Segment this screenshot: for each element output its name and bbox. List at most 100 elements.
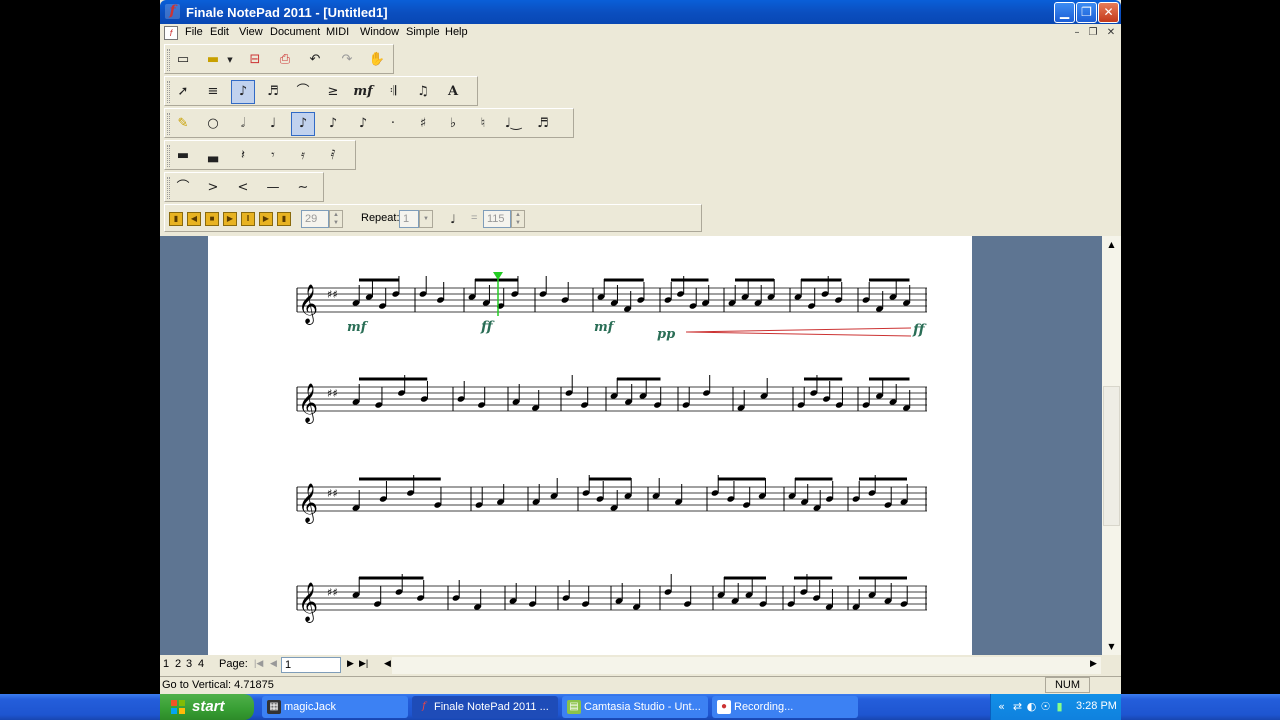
eraser-icon[interactable]: ✎ xyxy=(171,112,195,136)
new-icon[interactable]: ▭ xyxy=(171,48,195,72)
horizontal-scrollbar[interactable]: ◀ ▶ xyxy=(384,657,1101,674)
maximize-button[interactable]: ❐ xyxy=(1076,2,1097,23)
measure-field[interactable]: 29 xyxy=(301,210,329,228)
print-icon[interactable]: ⎙ xyxy=(273,48,297,72)
scroll-down-icon[interactable]: ▼ xyxy=(1102,638,1121,655)
mdi-minimize-icon[interactable]: – xyxy=(1070,26,1084,40)
selection-tool-icon[interactable]: ➚ xyxy=(171,80,195,104)
decrescendo-icon[interactable]: > xyxy=(201,176,225,200)
page-tab-4[interactable]: 4 xyxy=(198,658,204,670)
first-page-icon[interactable]: |◀ xyxy=(254,658,263,669)
scroll-left-icon[interactable]: ◀ xyxy=(384,658,391,669)
signal-icon[interactable]: ▮ xyxy=(1053,700,1066,713)
vertical-scrollbar[interactable]: ▲ ▼ xyxy=(1102,236,1121,655)
dynamic-ff-1[interactable]: ff xyxy=(480,319,495,335)
menu-window[interactable]: Window xyxy=(360,26,399,38)
forward-to-end-icon[interactable]: ▮ xyxy=(277,212,291,226)
mdi-close-icon[interactable]: ✕ xyxy=(1104,26,1118,40)
dynamic-pp[interactable]: pp xyxy=(657,327,675,342)
whole-rest-icon[interactable]: ▬ xyxy=(171,144,195,168)
dynamic-mf-2[interactable]: mf xyxy=(594,320,616,335)
half-rest-icon[interactable]: ▃ xyxy=(201,144,225,168)
dynamic-mf-1[interactable]: mf xyxy=(347,320,369,335)
quarter-rest-icon[interactable]: 𝄽 xyxy=(231,144,255,168)
taskbar-recording[interactable]: ● Recording... xyxy=(712,696,858,718)
eighth-note-icon[interactable]: ♪ xyxy=(291,112,315,136)
repeat-field[interactable]: 1 xyxy=(399,210,419,228)
pause-icon[interactable]: ‖ xyxy=(241,212,255,226)
rewind-to-start-icon[interactable]: ▮ xyxy=(169,212,183,226)
page-tab-1[interactable]: 1 xyxy=(163,658,169,670)
flat-icon[interactable]: ♭ xyxy=(441,112,465,136)
dynamic-ff-2[interactable]: ff xyxy=(912,322,927,338)
tempo-field[interactable]: 115 xyxy=(483,210,511,228)
thirtysecond-rest-icon[interactable]: 𝅀 xyxy=(321,144,345,168)
text-tool-icon[interactable]: A xyxy=(441,80,465,104)
whole-note-icon[interactable]: ○ xyxy=(201,112,225,136)
next-page-icon[interactable]: ▶ xyxy=(347,658,354,669)
minimize-button[interactable]: ▁ xyxy=(1054,2,1075,23)
prev-page-icon[interactable]: ◀ xyxy=(270,658,277,669)
menu-file[interactable]: File xyxy=(185,26,203,38)
fast-forward-icon[interactable]: ▶ xyxy=(259,212,273,226)
dropdown-arrow-icon[interactable]: ▼ xyxy=(225,48,235,72)
sharp-icon[interactable]: ♯ xyxy=(411,112,435,136)
hand-grabber-icon[interactable]: ✋ xyxy=(365,48,389,72)
staff-tool-icon[interactable]: ≡ xyxy=(201,80,225,104)
finale-f-icon[interactable]: f xyxy=(165,4,180,19)
tuplet-icon[interactable]: ♬ xyxy=(531,112,555,136)
eighth-rest-icon[interactable]: 𝄾 xyxy=(261,144,285,168)
document-icon[interactable]: f xyxy=(164,26,178,40)
line-icon[interactable]: — xyxy=(261,176,285,200)
expression-tool-icon[interactable]: mf xyxy=(351,80,375,104)
last-page-icon[interactable]: ▶| xyxy=(359,658,368,669)
tray-expand-icon[interactable]: « xyxy=(995,700,1008,713)
score-page[interactable]: 𝄞 ♯♯ 𝄞 ♯♯ 𝄞 ♯♯ 𝄞 ♯♯ mf ff mf pp ff xyxy=(208,236,972,655)
scroll-up-icon[interactable]: ▲ xyxy=(1102,236,1121,253)
slur-icon[interactable]: ⌒ xyxy=(171,176,195,200)
mdi-restore-icon[interactable]: ❐ xyxy=(1086,26,1100,40)
tuplet-tool-icon[interactable]: ♬ xyxy=(261,80,285,104)
document-area[interactable]: 𝄞 ♯♯ 𝄞 ♯♯ 𝄞 ♯♯ 𝄞 ♯♯ mf ff mf pp ff xyxy=(160,236,1102,655)
sixteenth-note-icon[interactable]: ♪ xyxy=(321,112,345,136)
undo-icon[interactable]: ↶ xyxy=(303,48,327,72)
page-tab-3[interactable]: 3 xyxy=(186,658,192,670)
thirtysecond-note-icon[interactable]: ♪ xyxy=(351,112,375,136)
half-note-icon[interactable]: 𝅗𝅥 xyxy=(231,112,255,136)
menu-edit[interactable]: Edit xyxy=(210,26,229,38)
menu-document[interactable]: Document xyxy=(270,26,320,38)
smart-shape-icon[interactable]: ⌒ xyxy=(291,80,315,104)
crescendo-icon[interactable]: < xyxy=(231,176,255,200)
articulation-tool-icon[interactable]: ≥ xyxy=(321,80,345,104)
menu-midi[interactable]: MIDI xyxy=(326,26,349,38)
play-icon[interactable]: ▶ xyxy=(223,212,237,226)
dot-icon[interactable]: · xyxy=(381,112,405,136)
tempo-spinner-icon[interactable]: ▲ ▼ xyxy=(511,210,525,228)
page-number-input[interactable]: 1 xyxy=(281,657,341,673)
start-button[interactable]: start xyxy=(160,694,254,720)
repeat-dropdown-icon[interactable]: ▼ xyxy=(419,210,433,228)
taskbar-magicjack[interactable]: ▦ magicJack xyxy=(262,696,408,718)
menu-simple[interactable]: Simple xyxy=(406,26,440,38)
page-tab-2[interactable]: 2 xyxy=(175,658,181,670)
security-icon[interactable]: ☉ xyxy=(1039,700,1052,713)
lyrics-tool-icon[interactable]: ♫ xyxy=(411,80,435,104)
network-icon[interactable]: ⇄ xyxy=(1011,700,1024,713)
print-preview-icon[interactable]: ⊟ xyxy=(243,48,267,72)
measure-spinner-icon[interactable]: ▲ ▼ xyxy=(329,210,343,228)
rewind-icon[interactable]: ◀ xyxy=(187,212,201,226)
volume-icon[interactable]: ◐ xyxy=(1025,700,1038,713)
taskbar-finale[interactable]: f Finale NotePad 2011 ... xyxy=(412,696,558,718)
glissando-icon[interactable]: ∼ xyxy=(291,176,315,200)
title-bar[interactable]: f Finale NotePad 2011 - [Untitled1] ▁ ❐ … xyxy=(160,0,1121,24)
menu-view[interactable]: View xyxy=(239,26,263,38)
natural-icon[interactable]: ♮ xyxy=(471,112,495,136)
close-button[interactable]: ✕ xyxy=(1098,2,1119,23)
sixteenth-rest-icon[interactable]: 𝄿 xyxy=(291,144,315,168)
taskbar-camtasia[interactable]: ▤ Camtasia Studio - Unt... xyxy=(562,696,708,718)
redo-icon[interactable]: ↷ xyxy=(335,48,359,72)
quarter-note-icon[interactable]: ♩ xyxy=(261,112,285,136)
crescendo-hairpin[interactable] xyxy=(685,327,912,333)
open-icon[interactable]: ▬ xyxy=(201,48,225,72)
simple-entry-icon[interactable]: ♪ xyxy=(231,80,255,104)
